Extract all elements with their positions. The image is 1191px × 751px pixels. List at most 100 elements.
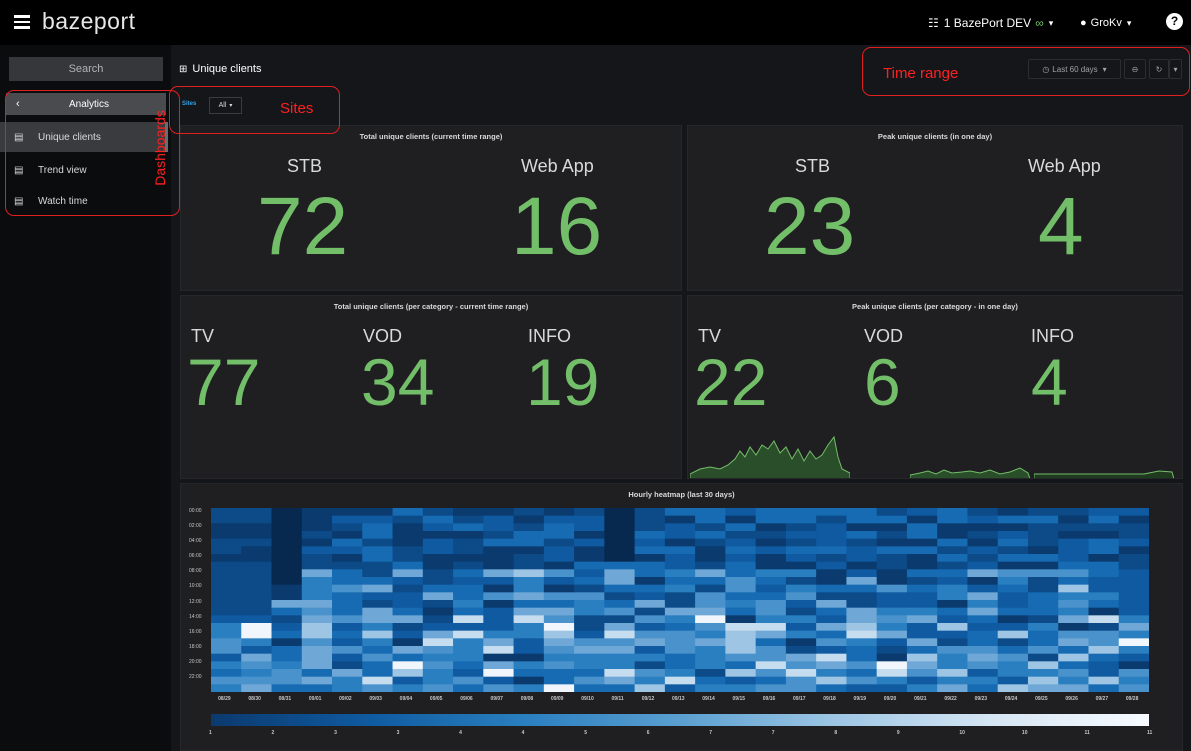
heatmap-cell[interactable] <box>906 592 938 601</box>
heatmap-cell[interactable] <box>634 538 666 547</box>
heatmap-cell[interactable] <box>543 661 575 670</box>
heatmap-cell[interactable] <box>483 653 515 662</box>
heatmap-cell[interactable] <box>453 630 484 639</box>
heatmap-cell[interactable] <box>271 638 303 647</box>
heatmap-cell[interactable] <box>301 531 333 540</box>
heatmap-cell[interactable] <box>785 531 817 540</box>
heatmap-cell[interactable] <box>785 630 817 639</box>
heatmap-cell[interactable] <box>392 653 424 662</box>
heatmap-cell[interactable] <box>967 523 999 532</box>
heatmap-cell[interactable] <box>362 638 394 647</box>
heatmap-cell[interactable] <box>301 515 333 524</box>
heatmap-cell[interactable] <box>695 515 726 524</box>
heatmap-cell[interactable] <box>695 577 726 586</box>
heatmap-cell[interactable] <box>906 638 938 647</box>
heatmap-cell[interactable] <box>453 638 484 647</box>
heatmap-cell[interactable] <box>664 600 696 609</box>
heatmap-cell[interactable] <box>211 615 242 624</box>
heatmap-cell[interactable] <box>876 646 908 655</box>
heatmap-cell[interactable] <box>1118 646 1149 655</box>
heatmap-cell[interactable] <box>392 515 424 524</box>
heatmap-cell[interactable] <box>604 684 636 692</box>
heatmap-cell[interactable] <box>271 661 303 670</box>
heatmap-cell[interactable] <box>876 623 908 632</box>
heatmap-cell[interactable] <box>574 515 605 524</box>
heatmap-cell[interactable] <box>1088 669 1120 678</box>
heatmap-cell[interactable] <box>1058 561 1089 570</box>
heatmap-cell[interactable] <box>755 531 787 540</box>
heatmap-cell[interactable] <box>543 638 575 647</box>
heatmap-cell[interactable] <box>271 630 303 639</box>
heatmap-cell[interactable] <box>846 669 878 678</box>
heatmap-cell[interactable] <box>1027 646 1059 655</box>
heatmap-cell[interactable] <box>301 653 333 662</box>
heatmap-cell[interactable] <box>1027 554 1059 563</box>
heatmap-cell[interactable] <box>755 546 787 555</box>
heatmap-cell[interactable] <box>664 584 696 593</box>
heatmap-cell[interactable] <box>695 546 726 555</box>
heatmap-cell[interactable] <box>997 546 1029 555</box>
heatmap-cell[interactable] <box>1058 569 1089 578</box>
heatmap-cell[interactable] <box>967 546 999 555</box>
heatmap-cell[interactable] <box>997 561 1029 570</box>
heatmap-cell[interactable] <box>1027 592 1059 601</box>
heatmap-cell[interactable] <box>876 615 908 624</box>
heatmap-cell[interactable] <box>422 669 454 678</box>
heatmap-cell[interactable] <box>695 615 726 624</box>
heatmap-cell[interactable] <box>755 561 787 570</box>
heatmap-cell[interactable] <box>1088 661 1120 670</box>
heatmap-cell[interactable] <box>634 607 666 616</box>
heatmap-cell[interactable] <box>785 561 817 570</box>
heatmap-cell[interactable] <box>1088 607 1120 616</box>
heatmap-cell[interactable] <box>513 638 545 647</box>
heatmap-cell[interactable] <box>362 546 394 555</box>
heatmap-cell[interactable] <box>725 653 757 662</box>
heatmap-cell[interactable] <box>634 584 666 593</box>
heatmap-cell[interactable] <box>725 607 757 616</box>
heatmap-cell[interactable] <box>422 531 454 540</box>
heatmap-cell[interactable] <box>725 561 757 570</box>
heatmap-cell[interactable] <box>392 554 424 563</box>
heatmap-cell[interactable] <box>755 584 787 593</box>
heatmap-cell[interactable] <box>1118 638 1149 647</box>
heatmap-cell[interactable] <box>271 607 303 616</box>
heatmap-cell[interactable] <box>301 684 333 692</box>
heatmap-cell[interactable] <box>876 676 908 685</box>
menu-icon[interactable] <box>14 15 30 29</box>
heatmap-cell[interactable] <box>483 508 515 517</box>
heatmap-cell[interactable] <box>271 623 303 632</box>
heatmap-cell[interactable] <box>664 538 696 547</box>
heatmap-cell[interactable] <box>1118 669 1149 678</box>
heatmap-cell[interactable] <box>846 684 878 692</box>
heatmap-cell[interactable] <box>332 669 363 678</box>
heatmap-cell[interactable] <box>937 669 968 678</box>
heatmap-cell[interactable] <box>1058 653 1089 662</box>
heatmap-cell[interactable] <box>755 676 787 685</box>
heatmap-cell[interactable] <box>725 661 757 670</box>
heatmap-cell[interactable] <box>422 523 454 532</box>
heatmap-cell[interactable] <box>271 554 303 563</box>
heatmap-cell[interactable] <box>695 600 726 609</box>
heatmap-cell[interactable] <box>513 661 545 670</box>
heatmap-cell[interactable] <box>211 546 242 555</box>
heatmap-cell[interactable] <box>755 554 787 563</box>
heatmap-cell[interactable] <box>1027 538 1059 547</box>
heatmap-cell[interactable] <box>816 592 847 601</box>
heatmap-cell[interactable] <box>241 546 273 555</box>
heatmap-cell[interactable] <box>816 623 847 632</box>
heatmap-cell[interactable] <box>937 577 968 586</box>
heatmap-cell[interactable] <box>846 554 878 563</box>
heatmap-cell[interactable] <box>543 508 575 517</box>
heatmap-cell[interactable] <box>937 646 968 655</box>
heatmap-cell[interactable] <box>453 561 484 570</box>
heatmap-cell[interactable] <box>876 600 908 609</box>
heatmap-cell[interactable] <box>1088 523 1120 532</box>
heatmap-cell[interactable] <box>816 561 847 570</box>
heatmap-cell[interactable] <box>634 554 666 563</box>
heatmap-cell[interactable] <box>362 646 394 655</box>
heatmap-cell[interactable] <box>422 600 454 609</box>
heatmap-cell[interactable] <box>604 515 636 524</box>
heatmap-cell[interactable] <box>1088 676 1120 685</box>
heatmap-cell[interactable] <box>725 684 757 692</box>
heatmap-cell[interactable] <box>211 638 242 647</box>
